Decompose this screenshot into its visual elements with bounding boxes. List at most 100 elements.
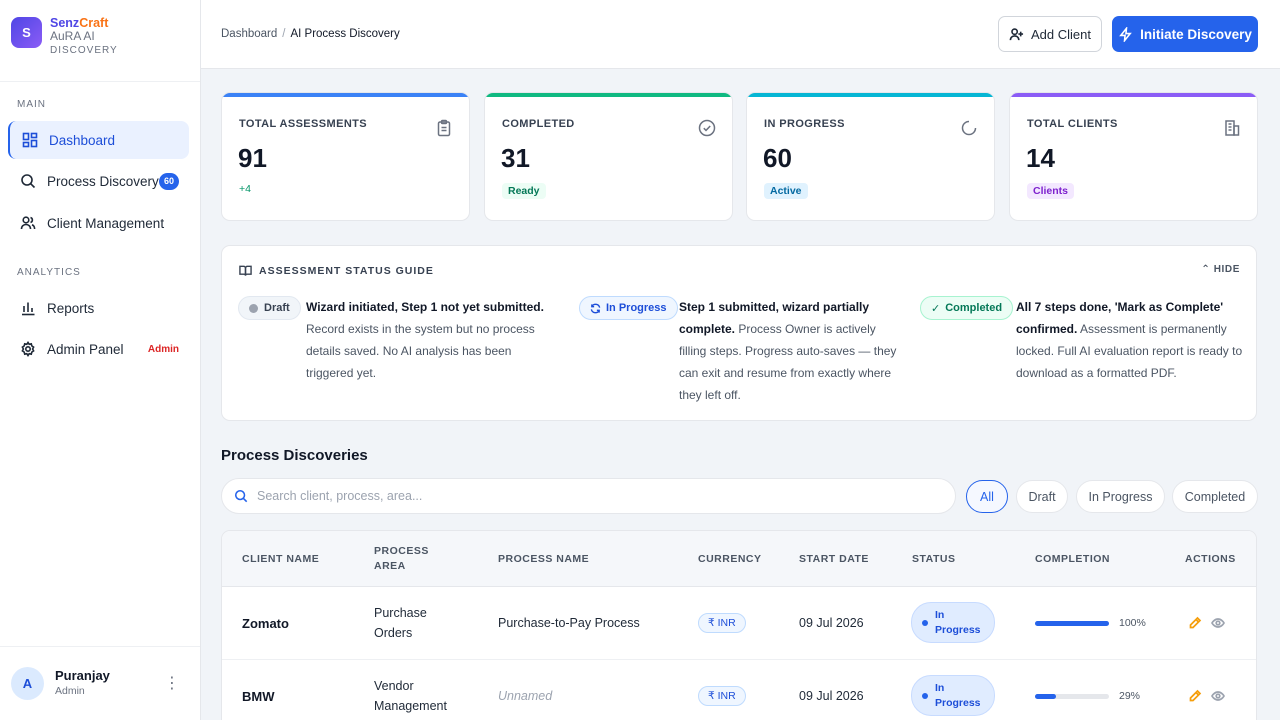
brand-name: SenzCraft (50, 16, 109, 30)
filter-draft[interactable]: Draft (1016, 480, 1068, 513)
bar-chart-icon (22, 302, 35, 316)
sidebar-item-label: Client Management (47, 215, 165, 231)
breadcrumb: Dashboard / AI Process Discovery (221, 28, 400, 40)
guide-description: Step 1 submitted, wizard partially compl… (679, 300, 897, 402)
stat-value: 14 (1026, 143, 1055, 173)
status-badge: In Progress (911, 675, 995, 716)
filter-in-progress[interactable]: In Progress (1076, 480, 1165, 513)
sidebar-item-process-discovery[interactable]: Process Discovery 60 (8, 162, 189, 200)
search-icon (21, 174, 36, 189)
users-icon (20, 216, 36, 230)
process-area: Vendor Management (374, 679, 447, 713)
loader-icon (961, 120, 977, 136)
section-label-main: MAIN (17, 99, 46, 110)
user-name: Puranjay (55, 668, 110, 684)
process-area: Purchase Orders (374, 606, 427, 640)
stat-value: 31 (501, 143, 530, 173)
stat-card-total-assessments: TOTAL ASSESSMENTS 91 +4 (221, 92, 470, 221)
status-badge: In Progress (911, 602, 995, 643)
guide-description: Wizard initiated, Step 1 not yet submitt… (306, 300, 544, 380)
gear-icon (21, 341, 35, 357)
view-icon[interactable] (1211, 689, 1225, 703)
view-icon[interactable] (1211, 616, 1225, 630)
table-row[interactable]: Zomato Purchase Orders Purchase-to-Pay P… (222, 587, 1256, 660)
currency-badge: ₹ INR (698, 686, 746, 706)
stat-label: TOTAL CLIENTS (1027, 118, 1118, 130)
guide-title: ASSESSMENT STATUS GUIDE (239, 264, 434, 277)
sidebar-item-client-management[interactable]: Client Management (8, 204, 189, 242)
more-vertical-icon[interactable]: ⋮ (164, 675, 180, 692)
refresh-icon (590, 303, 601, 313)
completed-badge: ✓ Completed (920, 296, 1014, 320)
stat-value: 60 (763, 143, 792, 173)
sidebar-item-label: Reports (47, 300, 95, 316)
brand-logo: S (11, 17, 42, 48)
edit-icon[interactable] (1188, 616, 1202, 630)
breadcrumb-dashboard[interactable]: Dashboard (221, 28, 277, 40)
admin-tag: Admin (147, 343, 179, 355)
table-header: CLIENT NAME PROCESS AREA PROCESS NAME CU… (222, 531, 1256, 587)
column-header[interactable]: PROCESS AREA (374, 544, 434, 574)
column-header[interactable]: CURRENCY (698, 552, 762, 567)
guide-description: All 7 steps done, 'Mark as Complete' con… (1016, 300, 1243, 380)
edit-icon[interactable] (1188, 689, 1202, 703)
search-icon (234, 489, 248, 503)
column-header[interactable]: PROCESS NAME (498, 552, 589, 567)
check-circle-icon (698, 119, 716, 137)
sidebar-item-label: Dashboard (49, 132, 116, 148)
process-name: Unnamed (498, 689, 553, 703)
currency-badge: ₹ INR (698, 613, 746, 633)
add-client-button[interactable]: Add Client (998, 16, 1102, 52)
user-role: Admin (55, 685, 85, 698)
hide-guide-button[interactable]: ⌃ HIDE (1201, 264, 1240, 275)
sidebar: S SenzCraft AuRA AI DISCOVERY MAIN Dashb… (0, 0, 201, 720)
search-input[interactable] (257, 489, 857, 503)
building-icon (1225, 120, 1240, 136)
section-title: Process Discoveries (221, 447, 368, 464)
user-card[interactable]: A Puranjay Admin ⋮ (0, 646, 200, 720)
avatar: A (11, 667, 44, 700)
stat-card-in-progress: IN PROGRESS 60 Active (746, 92, 995, 221)
sidebar-item-dashboard[interactable]: Dashboard (8, 121, 189, 159)
table-row[interactable]: BMW Vendor Management Unnamed ₹ INR 09 J… (222, 660, 1256, 720)
stat-delta: +4 (239, 183, 251, 195)
completion-percent: 100% (1119, 617, 1146, 629)
column-header[interactable]: CLIENT NAME (242, 552, 319, 567)
status-badge: Active (764, 183, 808, 199)
initiate-discovery-button[interactable]: Initiate Discovery (1112, 16, 1258, 52)
stat-label: TOTAL ASSESSMENTS (239, 118, 368, 130)
lightning-icon (1119, 26, 1132, 42)
brand-tagline: DISCOVERY (50, 45, 118, 57)
start-date: 09 Jul 2026 (799, 689, 864, 703)
sidebar-item-label: Process Discovery (47, 173, 159, 189)
column-header[interactable]: COMPLETION (1035, 552, 1110, 567)
brand[interactable]: S SenzCraft AuRA AI DISCOVERY (0, 0, 200, 82)
completion-percent: 29% (1119, 690, 1141, 702)
column-header[interactable]: STATUS (912, 552, 955, 567)
filter-completed[interactable]: Completed (1172, 480, 1258, 513)
draft-badge: Draft (238, 296, 301, 320)
completion-progress (1035, 621, 1109, 626)
completion-progress (1035, 694, 1109, 699)
breadcrumb-current: AI Process Discovery (290, 28, 400, 40)
sidebar-item-label: Admin Panel (47, 341, 124, 357)
grid-icon (22, 132, 38, 148)
column-header: ACTIONS (1185, 553, 1236, 565)
sidebar-item-admin-panel[interactable]: Admin Panel Admin (8, 330, 189, 368)
stat-card-total-clients: TOTAL CLIENTS 14 Clients (1009, 92, 1258, 221)
column-header[interactable]: START DATE (799, 552, 869, 567)
sidebar-item-reports[interactable]: Reports (8, 289, 189, 327)
in-progress-badge: In Progress (579, 296, 678, 320)
count-badge: 60 (159, 172, 179, 190)
filter-all[interactable]: All (966, 480, 1008, 513)
brand-subtitle: AuRA AI (50, 29, 95, 44)
clipboard-icon (437, 119, 451, 137)
process-discoveries-table: CLIENT NAME PROCESS AREA PROCESS NAME CU… (221, 530, 1257, 720)
top-header: Dashboard / AI Process Discovery Add Clien… (201, 0, 1280, 69)
stat-label: IN PROGRESS (764, 118, 845, 130)
client-name: BMW (242, 689, 275, 704)
user-plus-icon (1009, 27, 1024, 40)
stat-label: COMPLETED (502, 118, 575, 130)
search-bar[interactable] (221, 478, 956, 514)
start-date: 09 Jul 2026 (799, 616, 864, 630)
